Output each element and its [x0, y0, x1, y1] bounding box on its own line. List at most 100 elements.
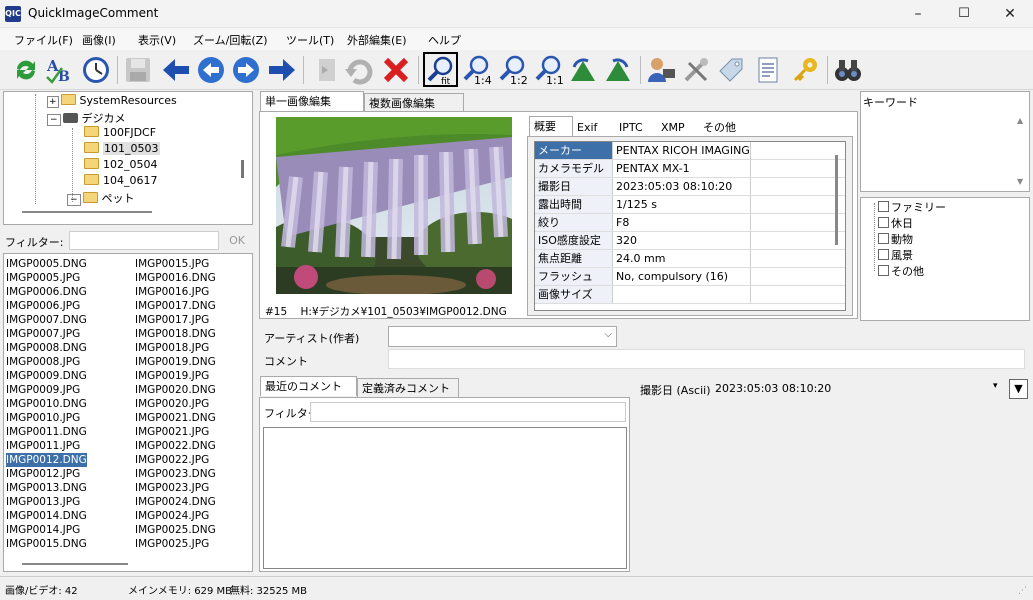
file-list-item[interactable]: IMGP0020.JPG [135, 397, 216, 411]
keyword-item[interactable]: ファミリー [878, 200, 946, 216]
delete-icon[interactable] [380, 54, 412, 86]
tag-icon[interactable] [715, 54, 747, 86]
filter-input[interactable] [69, 231, 219, 250]
file-list-item[interactable]: IMGP0012.JPG [6, 467, 87, 481]
checkbox-icon[interactable] [878, 217, 889, 228]
artist-dropdown[interactable]: ⌵ [388, 326, 617, 347]
checkbox-icon[interactable] [878, 265, 889, 276]
file-list-item[interactable]: IMGP0014.JPG [6, 523, 87, 537]
file-list-item[interactable]: IMGP0010.DNG [6, 397, 87, 411]
close-button[interactable]: ✕ [987, 0, 1033, 28]
menu-image[interactable]: 画像(I) [82, 32, 116, 48]
file-list-item[interactable]: IMGP0018.JPG [135, 341, 216, 355]
file-list-item[interactable]: IMGP0009.JPG [6, 383, 87, 397]
undo-icon[interactable] [343, 54, 375, 86]
refresh-icon[interactable] [10, 54, 42, 86]
tree-vertical-scrollbar[interactable] [241, 160, 244, 178]
file-list-scrollbar[interactable] [22, 563, 128, 565]
file-list-item[interactable]: IMGP0019.DNG [135, 355, 216, 369]
file-list-item[interactable]: IMGP0021.DNG [135, 411, 216, 425]
metadata-row[interactable]: ISO感度設定 320 [535, 232, 845, 250]
checkbox-icon[interactable] [878, 233, 889, 244]
clock-icon[interactable] [80, 54, 112, 86]
comment-input[interactable] [388, 349, 1025, 369]
comment-filter-input[interactable] [310, 402, 626, 422]
file-list-item[interactable]: IMGP0017.DNG [135, 299, 216, 313]
menu-help[interactable]: ヘルプ [428, 32, 461, 48]
tree-horizontal-scrollbar[interactable] [22, 211, 152, 213]
tab-multi-image-edit[interactable]: 複数画像編集 [364, 93, 464, 113]
tab-exif[interactable]: Exif [573, 118, 615, 138]
file-list-item[interactable]: IMGP0024.JPG [135, 509, 216, 523]
checkbox-icon[interactable] [878, 249, 889, 260]
maximize-button[interactable]: ☐ [941, 0, 987, 28]
file-list-item[interactable]: IMGP0011.JPG [6, 439, 87, 453]
metadata-row[interactable]: 絞り F8 [535, 214, 845, 232]
menu-zoom-rotate[interactable]: ズーム/回転(Z) [193, 32, 268, 48]
file-list-item[interactable]: IMGP0013.JPG [6, 495, 87, 509]
file-list-item[interactable]: IMGP0019.JPG [135, 369, 216, 383]
tree-item-104-0617[interactable]: 104_0617 [84, 174, 158, 187]
rotate-right-icon[interactable] [602, 54, 634, 86]
file-list-item[interactable]: IMGP0021.JPG [135, 425, 216, 439]
menu-tools[interactable]: ツール(T) [286, 32, 334, 48]
menu-view[interactable]: 表示(V) [138, 32, 176, 48]
file-list-item[interactable]: IMGP0025.DNG [135, 523, 216, 537]
keyword-item[interactable]: 動物 [878, 232, 946, 248]
filter-ok-button[interactable]: OK [224, 232, 250, 250]
file-list-item[interactable]: IMGP0005.DNG [6, 257, 87, 271]
resize-grip-icon[interactable]: ⋰ [1018, 586, 1027, 596]
file-list-item[interactable]: IMGP0008.JPG [6, 355, 87, 369]
menu-external-edit[interactable]: 外部編集(E) [347, 32, 407, 48]
file-list-item[interactable]: IMGP0017.JPG [135, 313, 216, 327]
date-dropdown-icon[interactable]: ▾ [993, 381, 998, 391]
file-list-item[interactable]: IMGP0022.DNG [135, 439, 216, 453]
file-list-item[interactable]: IMGP0008.DNG [6, 341, 87, 355]
metadata-row[interactable]: 焦点距離 24.0 mm [535, 250, 845, 268]
metadata-row[interactable]: フラッシュ No, compulsory (16) [535, 268, 845, 286]
tree-item-dejikame[interactable]: − デジカメ [47, 110, 126, 126]
file-list-item[interactable]: IMGP0024.DNG [135, 495, 216, 509]
spellcheck-icon[interactable]: AB [44, 54, 76, 86]
metadata-row[interactable]: メーカー PENTAX RICOH IMAGING [535, 142, 845, 160]
tree-item-101-0503[interactable]: 101_0503 [84, 142, 160, 155]
tab-single-image-edit[interactable]: 単一画像編集 [260, 91, 364, 111]
tools-icon[interactable] [680, 54, 712, 86]
arrow-left-icon[interactable] [160, 54, 192, 86]
metadata-row[interactable]: 撮影日 2023:05:03 08:10:20 [535, 178, 845, 196]
tab-other[interactable]: その他 [699, 118, 747, 138]
file-list-item[interactable]: IMGP0015.JPG [135, 257, 216, 271]
metadata-row[interactable]: カメラモデル PENTAX MX-1 [535, 160, 845, 178]
file-list-item[interactable]: IMGP0014.DNG [6, 509, 87, 523]
tab-xmp[interactable]: XMP [657, 118, 699, 138]
file-list-item[interactable]: IMGP0006.JPG [6, 299, 87, 313]
file-list-item[interactable]: IMGP0020.DNG [135, 383, 216, 397]
tab-summary[interactable]: 概要 [529, 116, 573, 136]
date-menu-button[interactable]: ▼ [1009, 379, 1028, 399]
zoom-1-4-button[interactable]: 1:4 [461, 54, 493, 86]
file-list-item[interactable]: IMGP0007.JPG [6, 327, 87, 341]
menu-file[interactable]: ファイル(F) [14, 32, 73, 48]
file-list-item[interactable]: IMGP0010.JPG [6, 411, 87, 425]
file-list-item[interactable]: IMGP0016.DNG [135, 271, 216, 285]
binoculars-icon[interactable] [832, 54, 864, 86]
metadata-row[interactable]: 露出時間 1/125 s [535, 196, 845, 214]
file-list-item[interactable]: IMGP0005.JPG [6, 271, 87, 285]
save-icon[interactable] [122, 54, 154, 86]
file-list-item[interactable]: IMGP0018.DNG [135, 327, 216, 341]
minimize-button[interactable]: – [895, 0, 941, 28]
key-icon[interactable] [790, 54, 822, 86]
checkbox-icon[interactable] [878, 201, 889, 212]
tab-recent-comments[interactable]: 最近のコメント [260, 376, 357, 396]
file-list-item[interactable]: IMGP0007.DNG [6, 313, 87, 327]
arrow-left-circle-icon[interactable] [195, 54, 227, 86]
document-icon[interactable] [752, 54, 784, 86]
file-list-item[interactable]: IMGP0011.DNG [6, 425, 87, 439]
metadata-row[interactable]: 画像サイズ [535, 286, 845, 304]
tab-predefined-comments[interactable]: 定義済みコメント [357, 378, 459, 398]
arrow-right-icon[interactable] [266, 54, 298, 86]
file-list-item[interactable]: IMGP0016.JPG [135, 285, 216, 299]
user-computer-icon[interactable] [645, 54, 677, 86]
tree-item-systemresources[interactable]: + SystemResources [47, 94, 177, 108]
tree-item-pet[interactable]: − ペット [67, 190, 135, 206]
